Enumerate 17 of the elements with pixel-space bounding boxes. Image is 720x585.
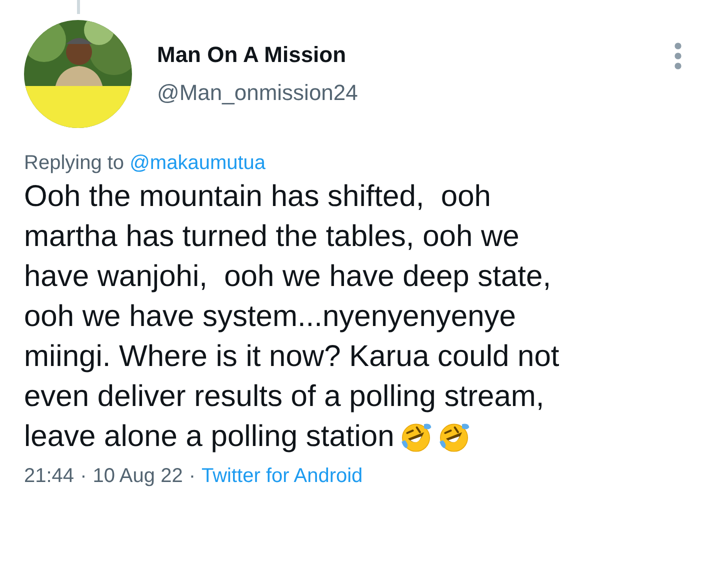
more-options-icon[interactable]	[674, 42, 682, 70]
author-handle[interactable]: @Man_onmission24	[157, 80, 358, 106]
tweet-text-line: even deliver results of a polling stream,	[24, 380, 544, 414]
tweet-text-line: ooh we have system...nyenyenyenye	[24, 300, 516, 334]
separator-dot: ·	[188, 465, 196, 488]
separator-dot: ·	[80, 465, 87, 488]
tweet-text-line: have wanjohi, ooh we have deep state,	[24, 260, 552, 294]
post-time: 21:44	[24, 465, 74, 488]
author-name[interactable]: Man On A Mission	[157, 42, 346, 68]
laughing-face-icon	[438, 421, 470, 453]
tweet-text-line: Ooh the mountain has shifted, ooh	[24, 180, 491, 214]
tweet-text-line: martha has turned the tables, ooh we	[24, 220, 520, 254]
post-date: 10 Aug 22	[92, 465, 183, 488]
replying-to-label: Replying to	[24, 152, 126, 174]
tweet-text-line: miingi. Where is it now? Karua could not	[24, 340, 560, 374]
tweet-text-line: leave alone a polling station	[24, 420, 394, 454]
laughing-face-icon	[400, 421, 432, 453]
